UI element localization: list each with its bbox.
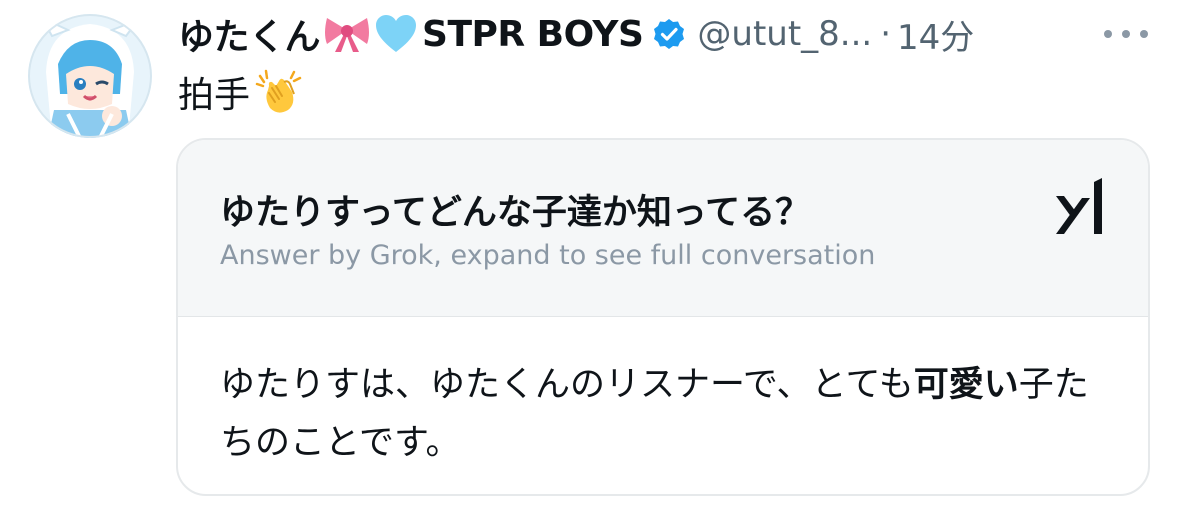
grok-answer: ゆたりすは、ゆたくんのリスナーで、とても可愛い子たちのことです。 — [220, 356, 1100, 472]
grok-answer-part1: ゆたりすは、ゆたくんのリスナーで、とても — [220, 365, 914, 405]
ribbon-icon — [323, 14, 371, 54]
display-name[interactable]: ゆたくん — [178, 8, 321, 60]
grok-card[interactable]: ゆたりすってどんな子達か知ってる？ Answer by Grok, expand… — [176, 138, 1150, 496]
tweet[interactable]: ゆたくん STPR BOYS @utut_8... · 14分 拍手 ゆたりすっ… — [0, 0, 1179, 516]
tweet-header: ゆたくん STPR BOYS @utut_8... · 14分 — [178, 8, 974, 60]
handle[interactable]: @utut_8... — [697, 14, 872, 54]
more-options-icon[interactable] — [1104, 28, 1148, 40]
separator-dot: · — [880, 14, 892, 54]
avatar[interactable] — [28, 14, 152, 138]
grok-subtitle: Answer by Grok, expand to see full conve… — [220, 240, 876, 271]
grok-answer-bold: 可愛い — [913, 365, 1019, 405]
timestamp[interactable]: 14分 — [897, 10, 974, 59]
clapping-hands-icon — [254, 68, 302, 116]
light-blue-heart-icon — [374, 14, 418, 54]
verified-badge-icon[interactable] — [653, 18, 685, 50]
tweet-text-content: 拍手 — [178, 75, 251, 116]
grok-question: ゆたりすってどんな子達か知ってる？ — [220, 193, 811, 233]
display-name-suffix[interactable]: STPR BOYS — [422, 14, 644, 55]
tweet-text: 拍手 — [178, 66, 302, 118]
grok-card-header: ゆたりすってどんな子達か知ってる？ Answer by Grok, expand… — [178, 140, 1148, 317]
xai-grok-logo-icon — [1054, 176, 1110, 238]
